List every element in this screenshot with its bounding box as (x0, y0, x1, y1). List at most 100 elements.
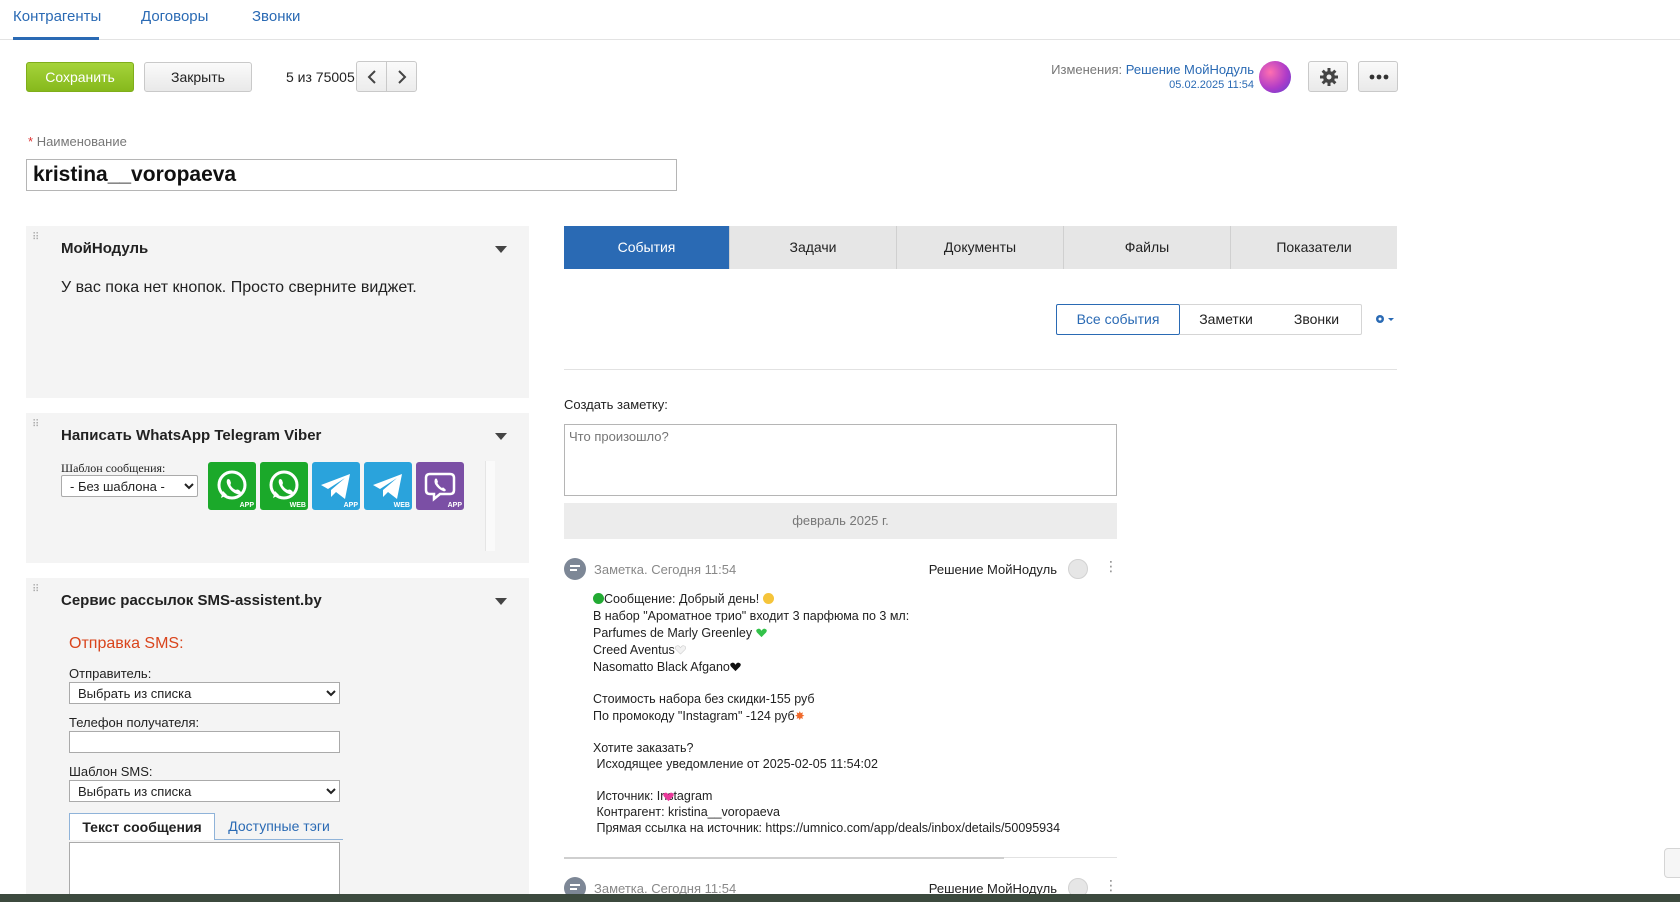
name-label-text: Наименование (36, 134, 127, 149)
changes-info: Изменения: Решение МойНодуль 05.02.2025 … (1051, 62, 1254, 91)
author-avatar (1068, 559, 1088, 579)
event-line: По промокоду "Instagram" -124 руб✸ (593, 709, 805, 723)
button-sub-label: APP (239, 502, 254, 509)
phone-input[interactable] (69, 731, 340, 753)
event-menu-icon[interactable]: ⋮ (1104, 877, 1118, 894)
event-line: Nasomatto Black Afgano (593, 660, 741, 674)
tab-dogovory[interactable]: Договоры (141, 8, 208, 40)
filter-settings-button[interactable] (1374, 312, 1396, 330)
template-select[interactable]: - Без шаблона - (61, 475, 198, 497)
changes-author-link[interactable]: Решение МойНодуль (1126, 62, 1254, 77)
event-line: Сообщение: Добрый день! (593, 592, 774, 606)
pager-counter: 5 из 75005 (286, 69, 355, 85)
required-mark: * (28, 134, 34, 149)
top-tabs: Контрагенты Договоры Звонки (0, 0, 1680, 40)
next-button[interactable] (386, 61, 417, 92)
bottom-bar (0, 894, 1680, 902)
button-sub-label: APP (447, 502, 462, 509)
divider (564, 369, 1397, 370)
avatar[interactable] (1259, 61, 1291, 93)
event-line: Creed Aventus (593, 643, 686, 657)
white-heart-icon (674, 645, 686, 655)
event-line-text: Источник: Instagram (593, 789, 713, 803)
event-line-text: Parfumes de Marly Greenley (593, 626, 753, 640)
event-line: Прямая ссылка на источник: https://umnic… (593, 821, 1061, 835)
filter-notes[interactable]: Заметки (1180, 304, 1272, 335)
widget-title: Сервис рассылок SMS-assistent.by (61, 592, 322, 609)
event-line-text: Сообщение: Добрый день! (604, 592, 760, 606)
drag-handle-icon[interactable]: ⠿ (32, 232, 39, 243)
button-sub-label: APP (343, 502, 358, 509)
template-label: Шаблон сообщения: (61, 461, 166, 475)
chevron-left-icon (367, 70, 376, 84)
side-panel-handle[interactable] (1664, 848, 1680, 878)
whatsapp-app-button[interactable]: APP (208, 462, 256, 510)
smile-emoji-icon (762, 593, 774, 604)
tab-kontragenty[interactable]: Контрагенты (13, 8, 101, 40)
changes-label: Изменения: (1051, 62, 1123, 77)
name-label: * Наименование (28, 134, 127, 149)
green-circle-icon (593, 593, 604, 604)
event-menu-icon[interactable]: ⋮ (1104, 558, 1118, 575)
settings-button[interactable] (1308, 61, 1348, 92)
gear-dropdown-icon (1376, 315, 1394, 323)
name-input[interactable] (26, 159, 677, 191)
event-author[interactable]: Решение МойНодуль (929, 562, 1057, 577)
chevron-right-icon (398, 70, 407, 84)
event-line: Хотите заказать? (593, 741, 694, 755)
widget-title: Написать WhatsApp Telegram Viber (61, 427, 322, 444)
gear-icon (1320, 68, 1338, 86)
close-button[interactable]: Закрыть (144, 62, 252, 92)
note-textarea[interactable] (564, 424, 1117, 496)
tab-tasks[interactable]: Задачи (730, 226, 897, 269)
changes-date: 05.02.2025 11:54 (1169, 79, 1254, 91)
drag-handle-icon[interactable]: ⠿ (32, 419, 39, 430)
sms-template-label: Шаблон SMS: (69, 764, 153, 779)
note-event-icon (564, 558, 586, 580)
filter-all-events[interactable]: Все события (1056, 304, 1180, 335)
sender-select[interactable]: Выбрать из списка (69, 682, 340, 704)
telegram-web-button[interactable]: WEB (364, 462, 412, 510)
sms-heading: Отправка SMS: (69, 635, 184, 652)
telegram-app-button[interactable]: APP (312, 462, 360, 510)
viber-app-button[interactable]: APP (416, 462, 464, 510)
sms-template-select[interactable]: Выбрать из списка (69, 780, 340, 802)
event-line: Parfumes de Marly Greenley (593, 626, 767, 640)
pink-heart-icon (663, 792, 674, 802)
event-line-text: Creed Aventus (593, 643, 675, 657)
note-label: Создать заметку: (564, 397, 668, 412)
button-sub-label: WEB (393, 502, 410, 509)
tab-indicators[interactable]: Показатели (1231, 226, 1397, 269)
sender-label: Отправитель: (69, 666, 152, 681)
prev-button[interactable] (356, 61, 387, 92)
collapse-icon[interactable] (495, 246, 507, 253)
more-dots-icon (1369, 74, 1389, 80)
tab-sms-text[interactable]: Текст сообщения (69, 813, 215, 840)
collapse-icon[interactable] (495, 598, 507, 605)
event-line: Стоимость набора без скидки-155 руб (593, 692, 815, 706)
save-button[interactable]: Сохранить (26, 62, 134, 92)
tab-events[interactable]: События (564, 226, 730, 269)
tab-zvonki[interactable]: Звонки (252, 8, 300, 40)
widget-empty-text: У вас пока нет кнопок. Просто сверните в… (61, 279, 417, 296)
date-separator: февраль 2025 г. (564, 503, 1117, 539)
filter-calls[interactable]: Звонки (1272, 304, 1362, 335)
button-sub-label: WEB (289, 502, 306, 509)
collision-emoji-icon: ✸ (794, 709, 805, 723)
drag-handle-icon[interactable]: ⠿ (32, 584, 39, 595)
event-meta: Заметка. Сегодня 11:54 (594, 562, 737, 577)
event-line-text: По промокоду "Instagram" -124 руб (593, 709, 795, 723)
event-line-text: Nasomatto Black Afgano (593, 660, 730, 674)
whatsapp-web-button[interactable]: WEB (260, 462, 308, 510)
event-line: Контрагент: kristina__voropaeva (593, 805, 780, 819)
black-heart-icon (730, 662, 741, 672)
sms-text-area[interactable] (69, 842, 340, 902)
tab-documents[interactable]: Документы (897, 226, 1064, 269)
widget-moinodul: ⠿ МойНодуль У вас пока нет кнопок. Прост… (26, 226, 529, 398)
tab-available-tags[interactable]: Доступные тэги (215, 813, 343, 840)
scrollbar[interactable] (485, 461, 495, 551)
phone-label: Телефон получателя: (69, 715, 200, 730)
more-button[interactable] (1358, 61, 1398, 92)
tab-files[interactable]: Файлы (1064, 226, 1231, 269)
collapse-icon[interactable] (495, 433, 507, 440)
